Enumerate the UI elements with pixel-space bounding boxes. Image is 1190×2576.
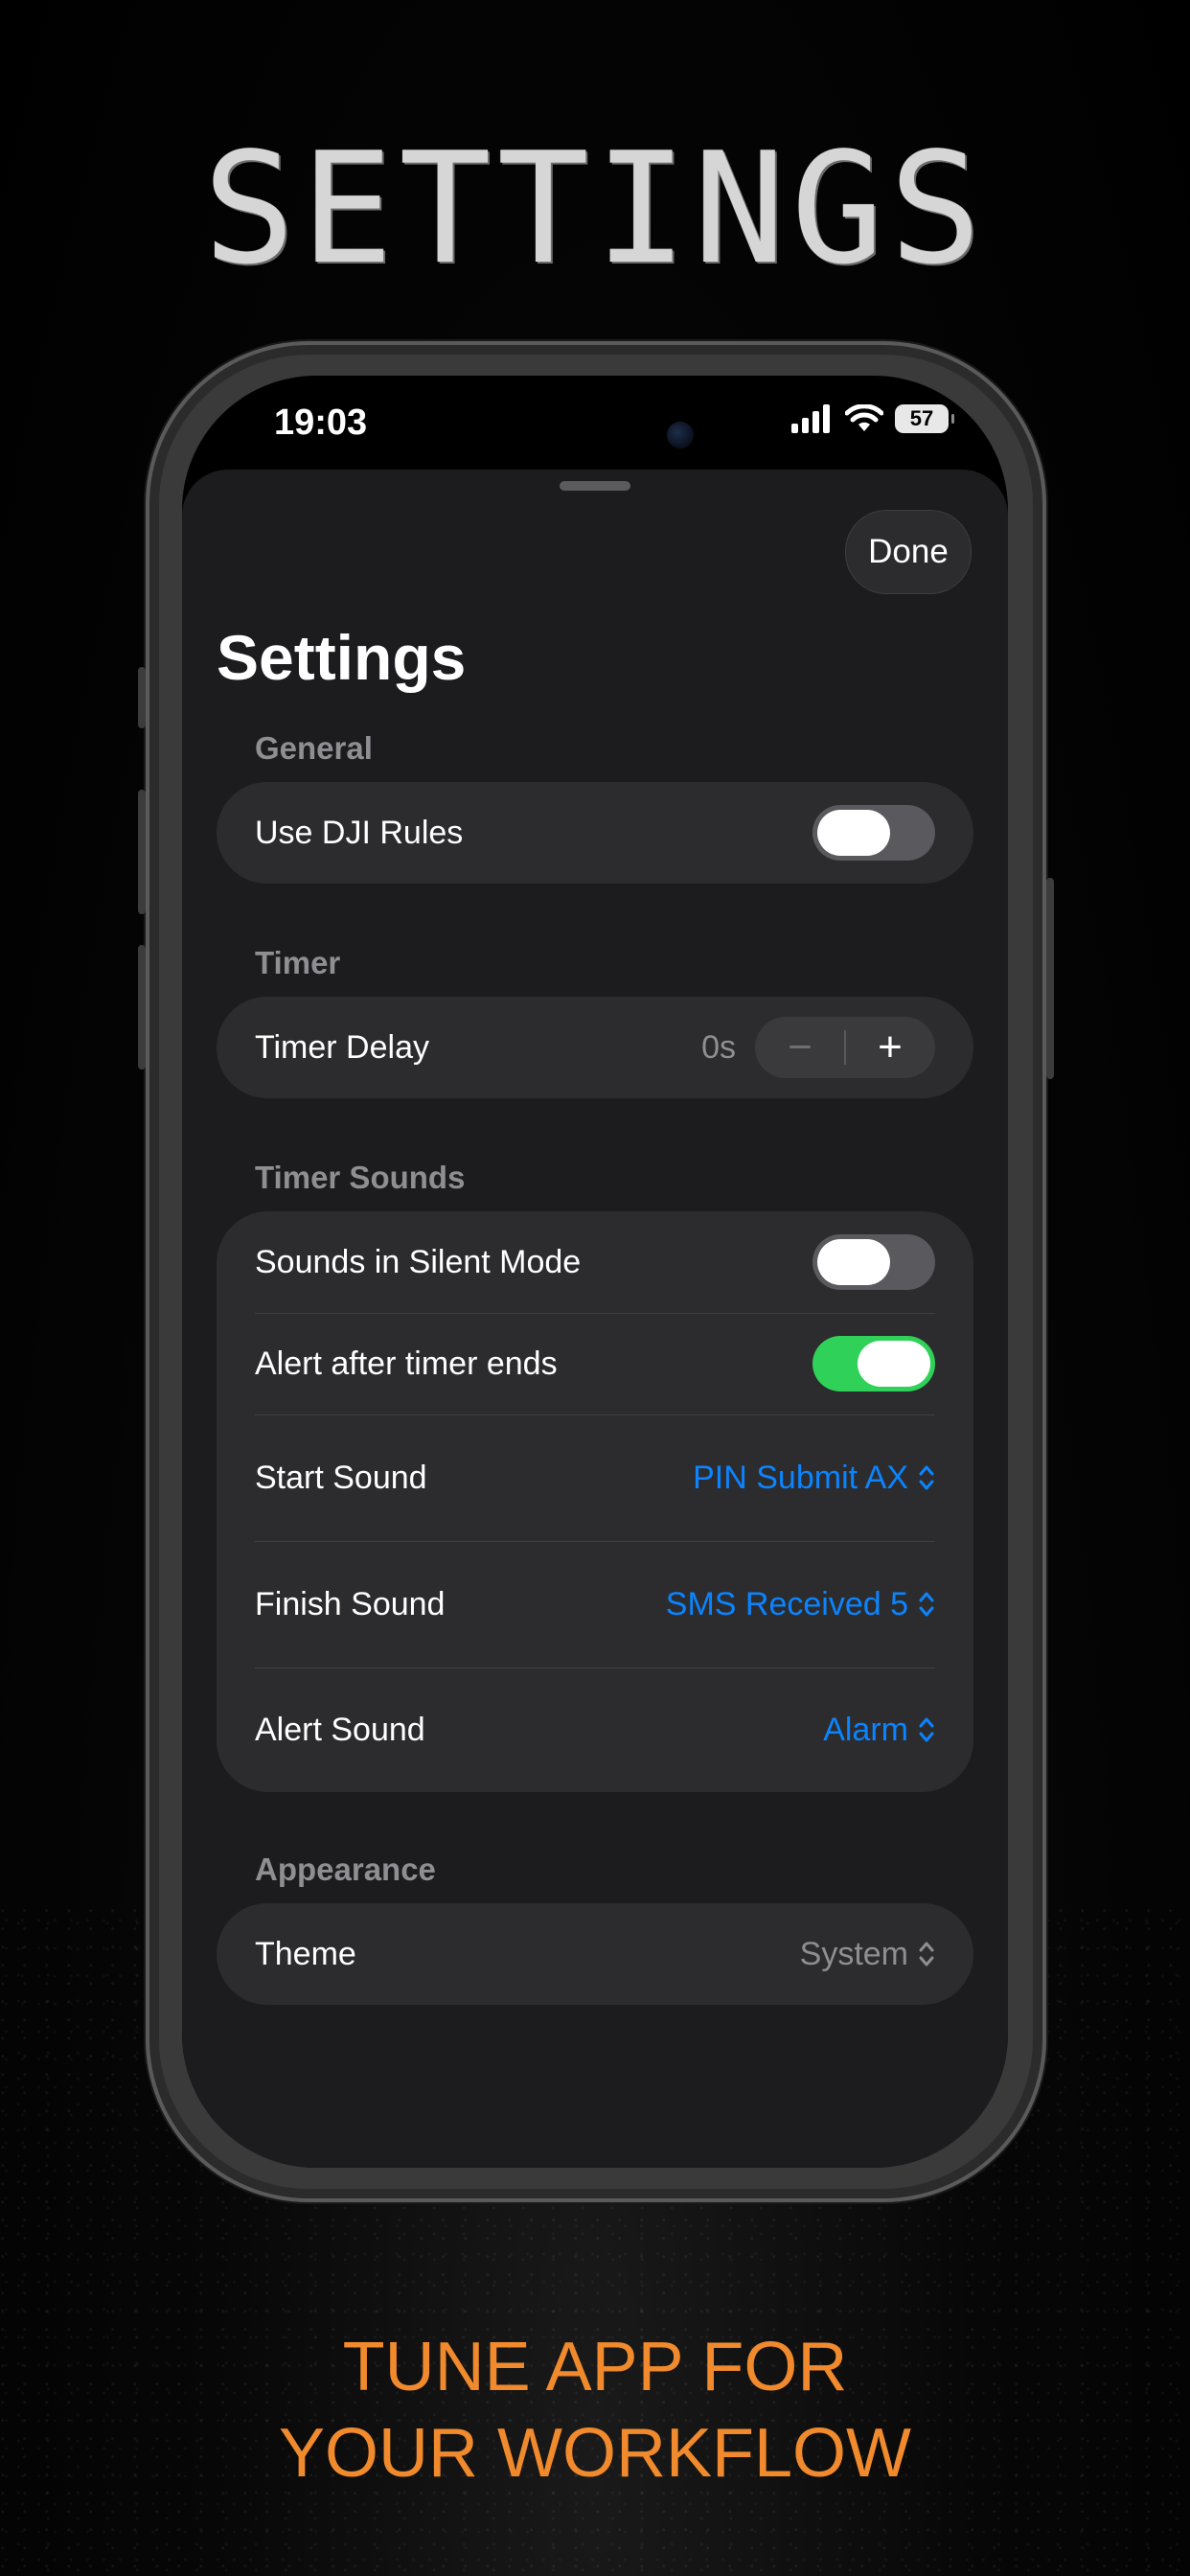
alert-sound-picker[interactable]: Alarm [823,1712,935,1749]
sounds-silent-mode-toggle[interactable] [812,1234,935,1290]
row-sounds-silent-mode: Sounds in Silent Mode [255,1211,935,1313]
theme-label: Theme [255,1935,356,1972]
done-button[interactable]: Done [845,510,972,594]
row-finish-sound[interactable]: Finish Sound SMS Received 5 [255,1541,935,1668]
start-sound-label: Start Sound [255,1459,427,1496]
finish-sound-picker[interactable]: SMS Received 5 [666,1586,935,1623]
section-label-timer: Timer [255,945,341,980]
use-dji-rules-label: Use DJI Rules [255,814,464,851]
timer-delay-label: Timer Delay [255,1028,429,1066]
theme-picker[interactable]: System [800,1936,935,1973]
row-start-sound[interactable]: Start Sound PIN Submit AX [255,1414,935,1541]
alert-sound-label: Alert Sound [255,1711,425,1748]
phone-action-button [138,667,146,728]
row-alert-sound[interactable]: Alert Sound Alarm [255,1668,935,1792]
section-label-appearance: Appearance [255,1852,436,1887]
dynamic-island [475,401,713,470]
battery-icon: 57 [895,404,954,433]
status-icons: 57 [791,404,954,433]
stepper-minus-button[interactable]: − [755,1017,845,1078]
toggle-knob [817,1239,890,1285]
group-appearance: Theme System [217,1903,973,2005]
chevron-up-down-icon [919,1465,934,1490]
row-use-dji-rules: Use DJI Rules [255,782,935,884]
section-label-timer-sounds: Timer Sounds [255,1160,466,1195]
start-sound-value: PIN Submit AX [693,1459,908,1496]
timer-delay-control: 0s − + [701,1017,935,1078]
timer-delay-value: 0s [701,1028,736,1066]
wifi-icon [845,404,883,431]
toggle-knob [817,810,890,856]
sheet-grabber[interactable] [560,481,630,491]
camera-icon [667,422,694,448]
stepper-divider [844,1030,846,1065]
row-timer-delay: Timer Delay 0s − + [255,997,935,1098]
finish-sound-label: Finish Sound [255,1585,446,1622]
status-time: 19:03 [274,402,368,443]
phone-screen: 19:03 57 Done Settings General Use DJI R… [182,376,1008,2168]
section-label-general: General [255,730,373,766]
phone-side-button [1046,878,1054,1079]
alert-after-timer-label: Alert after timer ends [255,1345,558,1382]
timer-delay-stepper: − + [755,1017,935,1078]
page-title: Settings [217,622,467,693]
cellular-signal-icon [791,404,830,433]
settings-sheet: Done Settings General Use DJI Rules Time… [182,470,1008,2168]
theme-value: System [799,1935,908,1972]
sounds-silent-mode-label: Sounds in Silent Mode [255,1243,582,1280]
row-theme[interactable]: Theme System [255,1903,935,2005]
tagline-line-2: YOUR WORKFLOW [279,2415,911,2492]
alert-sound-value: Alarm [823,1711,908,1748]
phone-volume-up-button [138,790,146,914]
group-timer-sounds: Sounds in Silent Mode Alert after timer … [217,1211,973,1792]
group-general: Use DJI Rules [217,782,973,884]
finish-sound-value: SMS Received 5 [665,1585,908,1622]
stepper-plus-button[interactable]: + [845,1017,935,1078]
alert-after-timer-toggle[interactable] [812,1336,935,1392]
start-sound-picker[interactable]: PIN Submit AX [693,1460,935,1497]
chevron-up-down-icon [919,1592,934,1617]
phone-volume-down-button [138,945,146,1070]
marketing-tagline: TUNE APP FOR YOUR WORKFLOW [0,2324,1190,2496]
chevron-up-down-icon [919,1942,934,1966]
use-dji-rules-toggle[interactable] [812,805,935,861]
chevron-up-down-icon [919,1717,934,1742]
group-timer: Timer Delay 0s − + [217,997,973,1098]
tagline-line-1: TUNE APP FOR [342,2329,848,2405]
marketing-headline: SETTINGS [202,119,988,298]
toggle-knob [858,1341,930,1387]
row-alert-after-timer: Alert after timer ends [255,1313,935,1414]
